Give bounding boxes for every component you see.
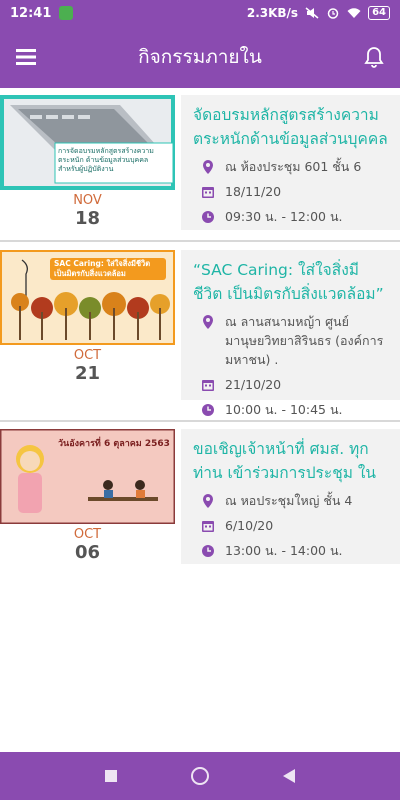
- location-pin-icon: [203, 160, 213, 174]
- clock-icon: [202, 545, 214, 557]
- event-time: 10:00 น. - 10:45 น.: [225, 402, 343, 417]
- event-location: ณ ลานสนามหญ้า ศูนย์มานุษยวิทยาสิรินธร (อ…: [225, 314, 384, 367]
- event-month: OCT: [73, 527, 102, 542]
- event-date-row: 21/10/20: [193, 375, 388, 394]
- event-title[interactable]: ขอเชิญเจ้าหน้าที่ ศมส. ทุกท่าน เข้าร่วมก…: [193, 437, 388, 485]
- event-card[interactable]: SAC Caring: ใส่ใจสิ่งมีชีวิต เป็นมิตรกับ…: [0, 243, 400, 417]
- event-time: 09:30 น. - 12:00 น.: [225, 209, 343, 224]
- event-info: ขอเชิญเจ้าหน้าที่ ศมส. ทุกท่าน เข้าร่วมก…: [181, 429, 400, 564]
- event-date-row: 18/11/20: [193, 182, 388, 201]
- event-info: “SAC Caring: ใส่ใจสิ่งมีชีวิต เป็นมิตรกั…: [181, 250, 400, 417]
- home-circle-icon[interactable]: [190, 766, 210, 786]
- calendar-icon: [202, 187, 214, 198]
- event-month: OCT: [73, 348, 102, 363]
- thumbnail-caption: การจัดอบรมหลักสูตรสร้างความตระหนัก ด้านข…: [58, 147, 154, 173]
- event-time: 13:00 น. - 14:00 น.: [225, 543, 343, 558]
- event-location-row: ณ ลานสนามหญ้า ศูนย์มานุษยวิทยาสิรินธร (อ…: [193, 312, 388, 369]
- event-time-row: 09:30 น. - 12:00 น.: [193, 207, 388, 226]
- event-location-row: ณ ห้องประชุม 601 ชั้น 6: [193, 157, 388, 176]
- event-time-row: 10:00 น. - 10:45 น.: [193, 400, 388, 419]
- event-title[interactable]: “SAC Caring: ใส่ใจสิ่งมีชีวิต เป็นมิตรกั…: [193, 258, 388, 306]
- event-card[interactable]: วันอังคารที่ 6 ตุลาคม 2563 OCT 06 ขอเชิญ…: [0, 422, 400, 572]
- location-pin-icon: [203, 315, 213, 329]
- clock-icon: [202, 404, 214, 416]
- menu-button[interactable]: [0, 26, 52, 88]
- event-date: 21/10/20: [225, 377, 282, 392]
- location-pin-icon: [203, 494, 213, 508]
- thumbnail-caption: วันอังคารที่ 6 ตุลาคม 2563: [58, 439, 170, 449]
- event-card[interactable]: การจัดอบรมหลักสูตรสร้างความตระหนัก ด้านข…: [0, 88, 400, 238]
- event-location: ณ ห้องประชุม 601 ชั้น 6: [225, 159, 362, 174]
- menu-icon: [16, 49, 36, 65]
- event-date: 18/11/20: [225, 184, 282, 199]
- event-info: จัดอบรมหลักสูตรสร้างความตระหนักด้านข้อมู…: [181, 95, 400, 230]
- event-location: ณ หอประชุมใหญ่ ชั้น 4: [225, 493, 353, 508]
- event-date: 6/10/20: [225, 518, 274, 533]
- event-thumbnail: SAC Caring: ใส่ใจสิ่งมีชีวิต เป็นมิตรกับ…: [0, 250, 175, 345]
- event-month: NOV: [73, 193, 102, 208]
- back-triangle-icon[interactable]: [282, 768, 296, 784]
- clock-icon: [202, 211, 214, 223]
- system-navigation-bar: [0, 752, 400, 800]
- recents-square-icon[interactable]: [104, 769, 118, 783]
- battery-indicator: 64: [368, 6, 390, 20]
- app-notification-icon: [59, 6, 74, 20]
- event-day: 18: [74, 208, 101, 229]
- alarm-icon: [327, 8, 339, 19]
- event-date-row: 6/10/20: [193, 516, 388, 535]
- event-time-row: 13:00 น. - 14:00 น.: [193, 541, 388, 560]
- app-bar: กิจกรรมภายใน: [0, 26, 400, 88]
- event-location-row: ณ หอประชุมใหญ่ ชั้น 4: [193, 491, 388, 510]
- mute-icon: [305, 7, 319, 19]
- net-speed: 2.3KB/s: [246, 6, 299, 20]
- event-day: 21: [74, 363, 101, 384]
- status-bar: 12:41 2.3KB/s 64: [0, 0, 400, 26]
- laptop-image: [0, 95, 175, 190]
- bell-icon: [364, 47, 384, 68]
- event-thumbnail: วันอังคารที่ 6 ตุลาคม 2563: [0, 429, 175, 524]
- thumbnail-caption: SAC Caring: ใส่ใจสิ่งมีชีวิต เป็นมิตรกับ…: [54, 259, 151, 278]
- wifi-icon: [347, 8, 361, 18]
- notifications-button[interactable]: [348, 26, 400, 88]
- page-title: กิจกรรมภายใน: [138, 46, 262, 68]
- status-time: 12:41: [10, 5, 52, 21]
- event-title[interactable]: จัดอบรมหลักสูตรสร้างความตระหนักด้านข้อมู…: [193, 103, 388, 151]
- divider: [0, 240, 400, 242]
- event-thumbnail: การจัดอบรมหลักสูตรสร้างความตระหนัก ด้านข…: [0, 95, 175, 190]
- calendar-icon: [202, 521, 214, 532]
- event-day: 06: [74, 542, 101, 563]
- calendar-icon: [202, 380, 214, 391]
